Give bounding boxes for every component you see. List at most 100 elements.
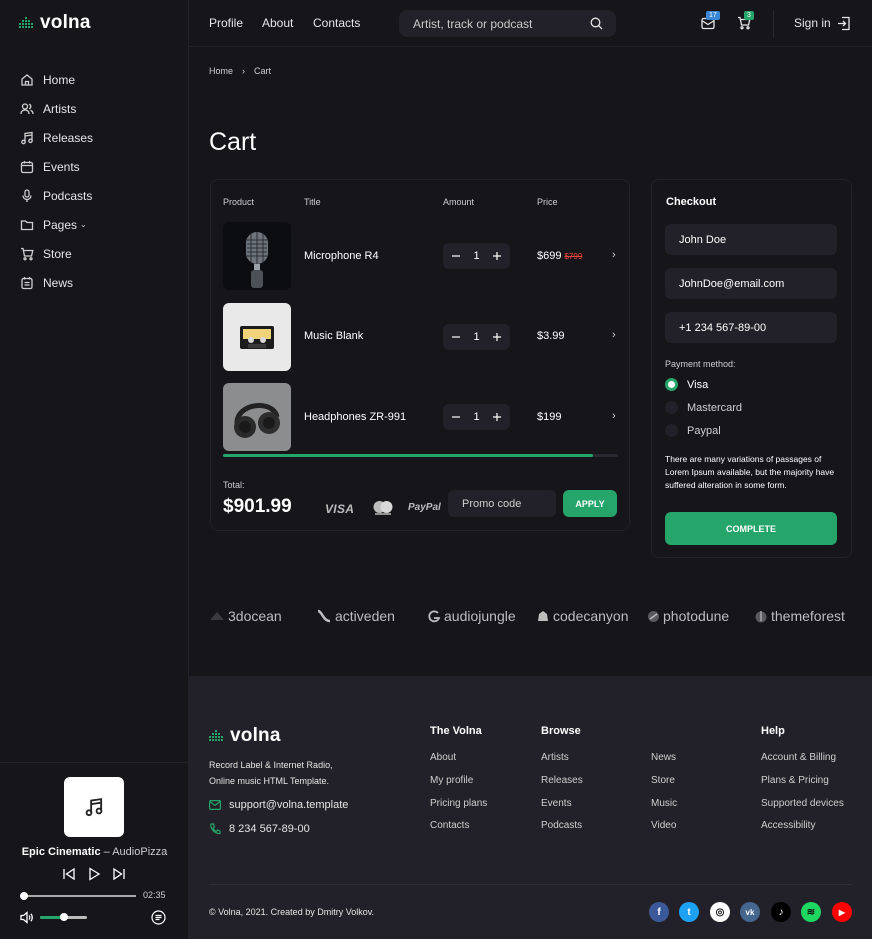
header-divider bbox=[773, 11, 774, 37]
footer-link[interactable]: Events bbox=[541, 798, 572, 809]
partner-label: 3docean bbox=[228, 608, 282, 624]
column-header-amount: Amount bbox=[443, 197, 475, 207]
instagram-icon[interactable]: ◎ bbox=[710, 902, 730, 922]
quantity-value: 1 bbox=[473, 411, 480, 423]
volume-knob[interactable] bbox=[60, 913, 68, 921]
quantity-value: 1 bbox=[473, 331, 480, 343]
volume-icon[interactable] bbox=[20, 911, 34, 924]
footer-logo[interactable]: volna bbox=[209, 725, 281, 747]
partner-3docean[interactable]: 3docean bbox=[209, 608, 282, 624]
footer-link[interactable]: Accessibility bbox=[761, 820, 815, 831]
header-link-contacts[interactable]: Contacts bbox=[313, 16, 360, 30]
footer-link[interactable]: Releases bbox=[541, 775, 583, 786]
header-link-about[interactable]: About bbox=[262, 16, 293, 30]
footer-link[interactable]: Account & Billing bbox=[761, 752, 836, 763]
footer-link[interactable]: Video bbox=[651, 820, 676, 831]
footer-link[interactable]: Store bbox=[651, 775, 675, 786]
logo[interactable]: volna bbox=[19, 12, 91, 34]
spotify-icon[interactable]: ≋ bbox=[801, 902, 821, 922]
footer-link[interactable]: My profile bbox=[430, 775, 473, 786]
cart-scrollbar-thumb[interactable] bbox=[223, 454, 593, 457]
apply-button[interactable]: APPLY bbox=[563, 490, 617, 517]
plus-icon[interactable] bbox=[492, 412, 502, 422]
sidebar-item-events[interactable]: Events bbox=[20, 152, 93, 181]
footer-email[interactable]: support@volna.template bbox=[209, 799, 348, 811]
product-image-cassette[interactable] bbox=[223, 303, 291, 371]
partner-activeden[interactable]: activeden bbox=[316, 608, 395, 624]
sidebar-item-releases[interactable]: Releases bbox=[20, 123, 93, 152]
minus-icon[interactable] bbox=[451, 251, 461, 261]
footer-link[interactable]: News bbox=[651, 752, 676, 763]
chevron-right-icon[interactable]: › bbox=[612, 329, 616, 341]
radio-unchecked-icon bbox=[665, 424, 678, 437]
radio-mastercard[interactable]: Mastercard bbox=[665, 401, 742, 414]
sidebar-item-home[interactable]: Home bbox=[20, 65, 93, 94]
minus-icon[interactable] bbox=[451, 412, 461, 422]
breadcrumb-separator: › bbox=[242, 66, 246, 76]
footer-link[interactable]: About bbox=[430, 752, 456, 763]
product-title[interactable]: Music Blank bbox=[304, 330, 363, 342]
partner-label: codecanyon bbox=[553, 608, 629, 624]
footer-link[interactable]: Music bbox=[651, 798, 677, 809]
sidebar-item-label: Releases bbox=[43, 130, 94, 145]
footer-link[interactable]: Supported devices bbox=[761, 798, 844, 809]
product-title[interactable]: Microphone R4 bbox=[304, 250, 379, 262]
footer-link[interactable]: Podcasts bbox=[541, 820, 582, 831]
search-input[interactable] bbox=[413, 10, 583, 37]
footer-link[interactable]: Plans & Pricing bbox=[761, 775, 829, 786]
name-input[interactable] bbox=[679, 224, 829, 255]
partner-codecanyon[interactable]: codecanyon bbox=[536, 608, 629, 624]
vk-icon[interactable]: vk bbox=[740, 902, 760, 922]
users-icon bbox=[20, 102, 34, 114]
product-image-headphones[interactable] bbox=[223, 383, 291, 451]
search-icon[interactable] bbox=[590, 17, 603, 30]
footer-phone[interactable]: 8 234 567-89-00 bbox=[209, 823, 310, 835]
header-link-profile[interactable]: Profile bbox=[209, 16, 243, 30]
partner-photodune[interactable]: photodune bbox=[647, 608, 729, 624]
playlist-icon[interactable] bbox=[151, 910, 166, 925]
sidebar-item-artists[interactable]: Artists bbox=[20, 94, 93, 123]
copyright: © Volna, 2021. Created by Dmitry Volkov. bbox=[209, 907, 375, 917]
youtube-icon[interactable]: ▶ bbox=[832, 902, 852, 922]
breadcrumb-home[interactable]: Home bbox=[209, 66, 233, 76]
sidebar-item-podcasts[interactable]: Podcasts bbox=[20, 181, 93, 210]
plus-icon[interactable] bbox=[492, 251, 502, 261]
plus-icon[interactable] bbox=[492, 332, 502, 342]
sidebar-item-store[interactable]: Store bbox=[20, 239, 93, 268]
previous-icon[interactable] bbox=[62, 867, 76, 881]
tiktok-icon[interactable]: ♪ bbox=[771, 902, 791, 922]
radio-paypal[interactable]: Paypal bbox=[665, 424, 721, 437]
track-cover[interactable] bbox=[64, 777, 124, 837]
product-image-microphone[interactable] bbox=[223, 222, 291, 290]
folder-icon bbox=[20, 219, 34, 230]
sidebar-item-pages[interactable]: Pages ⌄ bbox=[20, 210, 93, 239]
quantity-stepper: 1 bbox=[443, 404, 510, 430]
promo-input[interactable] bbox=[462, 490, 552, 517]
radio-visa[interactable]: Visa bbox=[665, 378, 708, 391]
radio-label: Paypal bbox=[687, 424, 721, 437]
footer-link[interactable]: Pricing plans bbox=[430, 798, 487, 809]
track-progress[interactable] bbox=[22, 895, 136, 897]
next-icon[interactable] bbox=[112, 867, 126, 881]
email-input[interactable] bbox=[679, 268, 829, 299]
footer-col2-title: Browse bbox=[541, 725, 581, 737]
footer-link[interactable]: Contacts bbox=[430, 820, 469, 831]
phone-input[interactable] bbox=[679, 312, 829, 343]
sidebar-item-news[interactable]: News bbox=[20, 268, 93, 297]
chevron-right-icon[interactable]: › bbox=[612, 410, 616, 422]
partner-audiojungle[interactable]: audiojungle bbox=[427, 608, 516, 624]
complete-button[interactable]: COMPLETE bbox=[665, 512, 837, 545]
product-title[interactable]: Headphones ZR-991 bbox=[304, 411, 406, 423]
minus-icon[interactable] bbox=[451, 332, 461, 342]
mastercard-icon bbox=[373, 501, 393, 515]
footer-link[interactable]: Artists bbox=[541, 752, 569, 763]
chevron-right-icon[interactable]: › bbox=[612, 249, 616, 261]
partner-themeforest[interactable]: themeforest bbox=[754, 608, 845, 624]
signin-link[interactable]: Sign in bbox=[794, 16, 831, 30]
progress-knob[interactable] bbox=[20, 892, 28, 900]
logo-text: volna bbox=[40, 12, 91, 33]
twitter-icon[interactable]: t bbox=[679, 902, 699, 922]
play-icon[interactable] bbox=[87, 867, 101, 881]
facebook-icon[interactable]: f bbox=[649, 902, 669, 922]
signin-icon[interactable] bbox=[837, 16, 851, 31]
